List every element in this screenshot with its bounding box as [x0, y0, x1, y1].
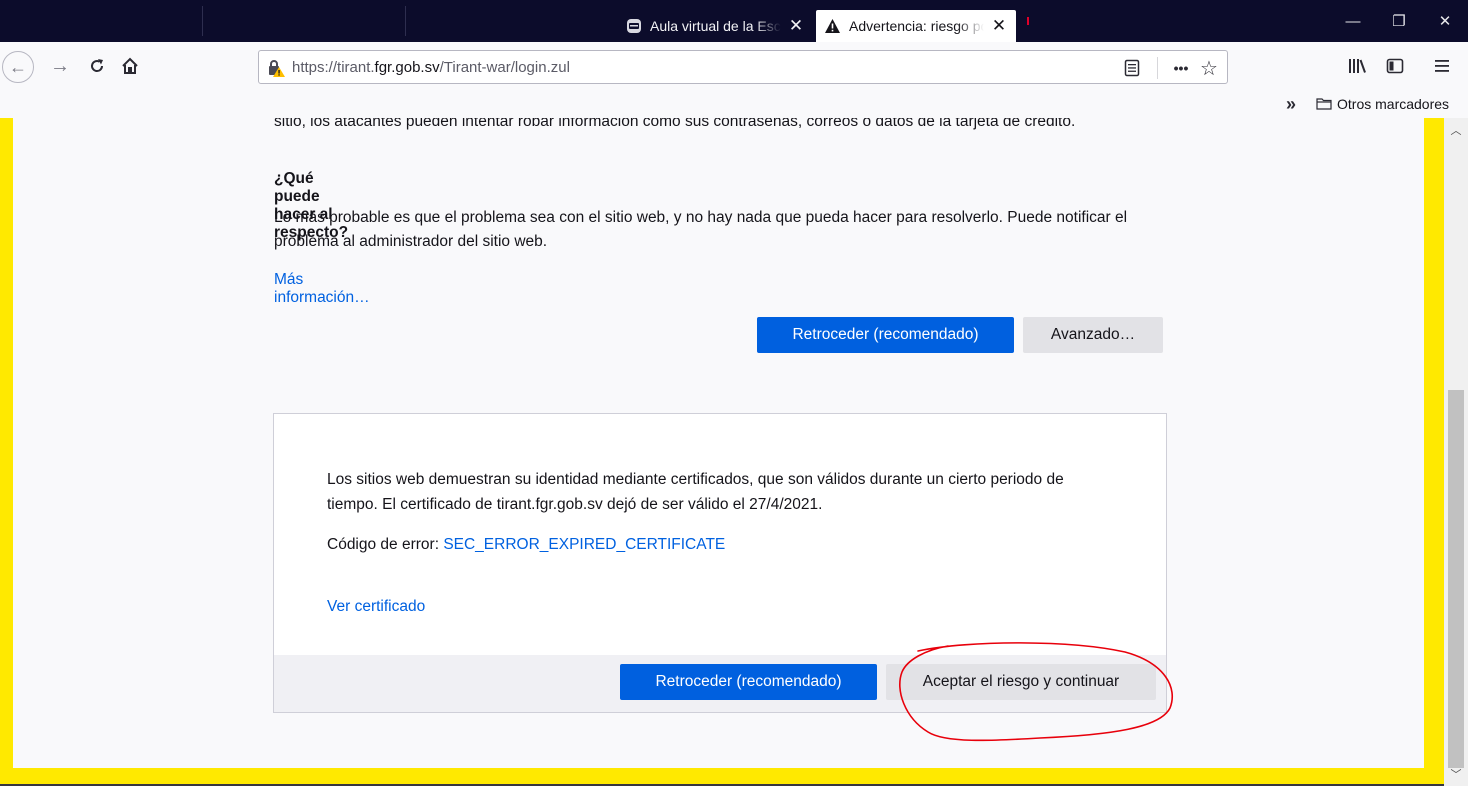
certificate-explanation: Los sitios web demuestran su identidad m… [327, 471, 1064, 513]
folder-icon [1316, 98, 1332, 110]
error-code-line: Código de error: SEC_ERROR_EXPIRED_CERTI… [327, 536, 725, 554]
vertical-scrollbar[interactable]: ︿ ﹀ [1444, 118, 1468, 786]
accept-risk-button[interactable]: Aceptar el riesgo y continuar [886, 664, 1156, 700]
tab-separator [202, 6, 203, 36]
bookmark-star-icon[interactable]: ☆ [1197, 56, 1221, 80]
tab-aula-virtual[interactable]: Aula virtual de la Escuela ✕ [617, 10, 813, 42]
home-icon [122, 57, 138, 74]
library-icon [1349, 59, 1366, 73]
advanced-panel: Los sitios web demuestran su identidad m… [273, 413, 1167, 713]
go-back-button[interactable]: Retroceder (recomendado) [757, 317, 1014, 353]
bookmarks-overflow-chevron-icon[interactable]: » [1286, 94, 1296, 115]
problem-paragraph: Lo más probable es que el problema sea c… [274, 209, 1128, 250]
back-button[interactable]: ← [2, 51, 34, 83]
menu-icon [1435, 60, 1449, 72]
url-divider [1157, 57, 1158, 79]
sidebar-icon [1386, 58, 1404, 74]
highlight-frame-right [1424, 118, 1444, 786]
minimize-icon: — [1345, 12, 1361, 30]
close-tab-icon[interactable]: ✕ [990, 17, 1008, 35]
back-icon: ← [9, 56, 27, 77]
advanced-button[interactable]: Avanzado… [1023, 317, 1163, 353]
bookmarks-toolbar: » Otros marcadores [0, 92, 1468, 118]
url-bar[interactable]: https://tirant.fgr.gob.sv/Tirant-war/log… [258, 50, 1228, 84]
home-button[interactable] [115, 51, 145, 81]
highlight-frame-left [0, 118, 13, 786]
nav-toolbar: ← → https://tirant.fgr.gob.sv/Tirant-war… [0, 42, 1468, 92]
more-info-link[interactable]: Más información… [274, 271, 370, 307]
warning-icon [824, 18, 841, 35]
reload-button[interactable] [82, 51, 112, 81]
forward-icon: → [50, 54, 70, 77]
sidebar-button[interactable] [1380, 51, 1410, 81]
tab-advertencia[interactable]: Advertencia: riesgo potencial ✕ [816, 10, 1016, 42]
url-text[interactable]: https://tirant.fgr.gob.sv/Tirant-war/log… [292, 59, 570, 76]
close-icon: ✕ [1438, 13, 1452, 30]
scrollbar-thumb[interactable] [1448, 390, 1464, 768]
tab-label: Aula virtual de la Escuela [650, 18, 781, 34]
tab-separator [405, 6, 406, 36]
tab-label: Advertencia: riesgo potencial [849, 18, 984, 34]
intro-text-cutoff: sitio, los atacantes pueden intentar rob… [274, 118, 1076, 130]
view-certificate-link[interactable]: Ver certificado [327, 598, 425, 616]
library-button[interactable] [1342, 51, 1372, 81]
url-path: /Tirant-war/login.zul [439, 59, 570, 76]
bookmark-folder-label: Otros marcadores [1337, 96, 1450, 112]
reader-view-icon[interactable] [1120, 56, 1144, 80]
close-tab-icon[interactable]: ✕ [787, 17, 805, 35]
scroll-down-arrow-icon[interactable]: ﹀ [1449, 768, 1463, 782]
page-viewport: sitio, los atacantes pueden intentar rob… [0, 118, 1468, 786]
advanced-panel-footer: Retroceder (recomendado) Aceptar el ries… [274, 655, 1166, 712]
tab-favicon [625, 18, 642, 35]
forward-button[interactable]: → [45, 51, 75, 81]
go-back-button-advanced[interactable]: Retroceder (recomendado) [620, 664, 877, 700]
error-code-label: Código de error: [327, 536, 444, 553]
bookmark-folder-otros-marcadores[interactable]: Otros marcadores [1316, 96, 1449, 112]
scroll-up-arrow-icon[interactable]: ︿ [1449, 124, 1463, 138]
restore-icon: ❐ [1392, 13, 1406, 30]
tab-bar: Aula virtual de la Escuela ✕ Advertencia… [0, 0, 1468, 42]
page-actions-icon[interactable]: ••• [1169, 56, 1193, 80]
url-domain: fgr.gob.sv [374, 59, 440, 76]
insecure-lock-icon[interactable] [267, 59, 285, 77]
restore-button[interactable]: ❐ [1376, 0, 1422, 42]
error-code-link[interactable]: SEC_ERROR_EXPIRED_CERTIFICATE [443, 536, 725, 553]
reload-icon [91, 59, 104, 72]
tab-indicator [1027, 17, 1029, 25]
close-window-button[interactable]: ✕ [1422, 0, 1468, 42]
minimize-button[interactable]: — [1330, 0, 1376, 42]
menu-button[interactable] [1427, 51, 1457, 81]
url-prefix: https://tirant. [292, 59, 375, 76]
